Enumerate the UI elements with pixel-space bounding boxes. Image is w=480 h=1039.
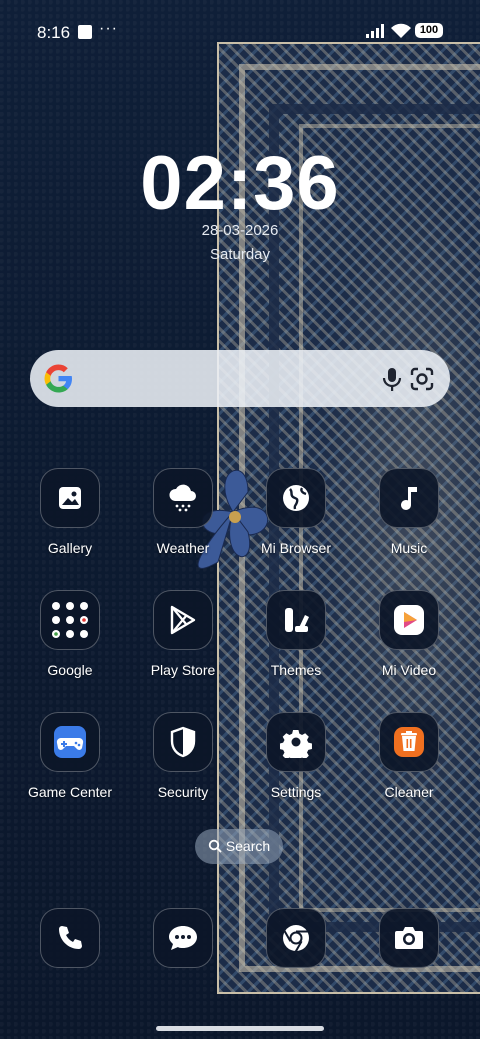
folder-icon <box>40 590 100 650</box>
app-mi-browser[interactable]: Mi Browser <box>240 468 352 556</box>
app-label: Mi Browser <box>260 540 331 556</box>
battery-icon: 100 <box>415 23 443 38</box>
app-label: Cleaner <box>384 784 434 800</box>
globe-icon <box>266 468 326 528</box>
app-weather[interactable]: Weather <box>127 468 239 556</box>
app-mi-video[interactable]: Mi Video <box>353 590 465 678</box>
themes-icon <box>266 590 326 650</box>
dock-chrome[interactable] <box>240 908 352 968</box>
trash-icon <box>379 712 439 772</box>
app-settings[interactable]: Settings <box>240 712 352 800</box>
more-notifications-icon: ··· <box>99 20 118 37</box>
app-search-button[interactable]: Search <box>195 829 283 864</box>
google-g-icon <box>44 364 72 393</box>
clock-widget-time[interactable]: 02:36 <box>0 140 480 227</box>
app-label: Play Store <box>150 662 216 678</box>
signal-icon <box>366 24 384 38</box>
chrome-icon <box>266 908 326 968</box>
folder-google[interactable]: Google <box>14 590 126 678</box>
wifi-icon <box>391 23 411 38</box>
app-label: Themes <box>270 662 322 678</box>
dock-camera[interactable] <box>353 908 465 968</box>
notification-square-icon <box>78 25 92 39</box>
camera-icon <box>379 908 439 968</box>
app-label: Google <box>47 662 93 678</box>
app-music[interactable]: Music <box>353 468 465 556</box>
search-icon <box>208 839 222 853</box>
status-bar: 8:16 ··· 100 <box>0 18 480 46</box>
google-lens-icon[interactable] <box>408 365 436 393</box>
app-game-center[interactable]: Game Center <box>14 712 126 800</box>
app-cleaner[interactable]: Cleaner <box>353 712 465 800</box>
app-label: Music <box>390 540 428 556</box>
gear-icon <box>266 712 326 772</box>
clock-widget-date: 28-03-2026 <box>201 222 279 239</box>
app-themes[interactable]: Themes <box>240 590 352 678</box>
home-gesture-bar[interactable] <box>156 1026 324 1031</box>
gallery-icon <box>40 468 100 528</box>
app-label: Mi Video <box>381 662 437 678</box>
clock-widget-day: Saturday <box>209 246 271 263</box>
gamepad-icon <box>40 712 100 772</box>
status-time: 8:16 <box>37 23 71 42</box>
app-security[interactable]: Security <box>127 712 239 800</box>
app-label: Security <box>157 784 209 800</box>
microphone-icon[interactable] <box>378 365 406 393</box>
video-play-icon <box>379 590 439 650</box>
app-label: Game Center <box>27 784 113 800</box>
app-play-store[interactable]: Play Store <box>127 590 239 678</box>
dock-messages[interactable] <box>127 908 239 968</box>
dock-phone[interactable] <box>14 908 126 968</box>
shield-icon <box>153 712 213 772</box>
phone-icon <box>40 908 100 968</box>
play-store-icon <box>153 590 213 650</box>
weather-icon <box>153 468 213 528</box>
google-search-widget[interactable] <box>30 350 450 407</box>
music-note-icon <box>379 468 439 528</box>
app-label: Settings <box>270 784 322 800</box>
app-search-label: Search <box>225 838 271 854</box>
app-gallery[interactable]: Gallery <box>14 468 126 556</box>
app-label: Weather <box>156 540 210 556</box>
app-label: Gallery <box>47 540 93 556</box>
messages-icon <box>153 908 213 968</box>
